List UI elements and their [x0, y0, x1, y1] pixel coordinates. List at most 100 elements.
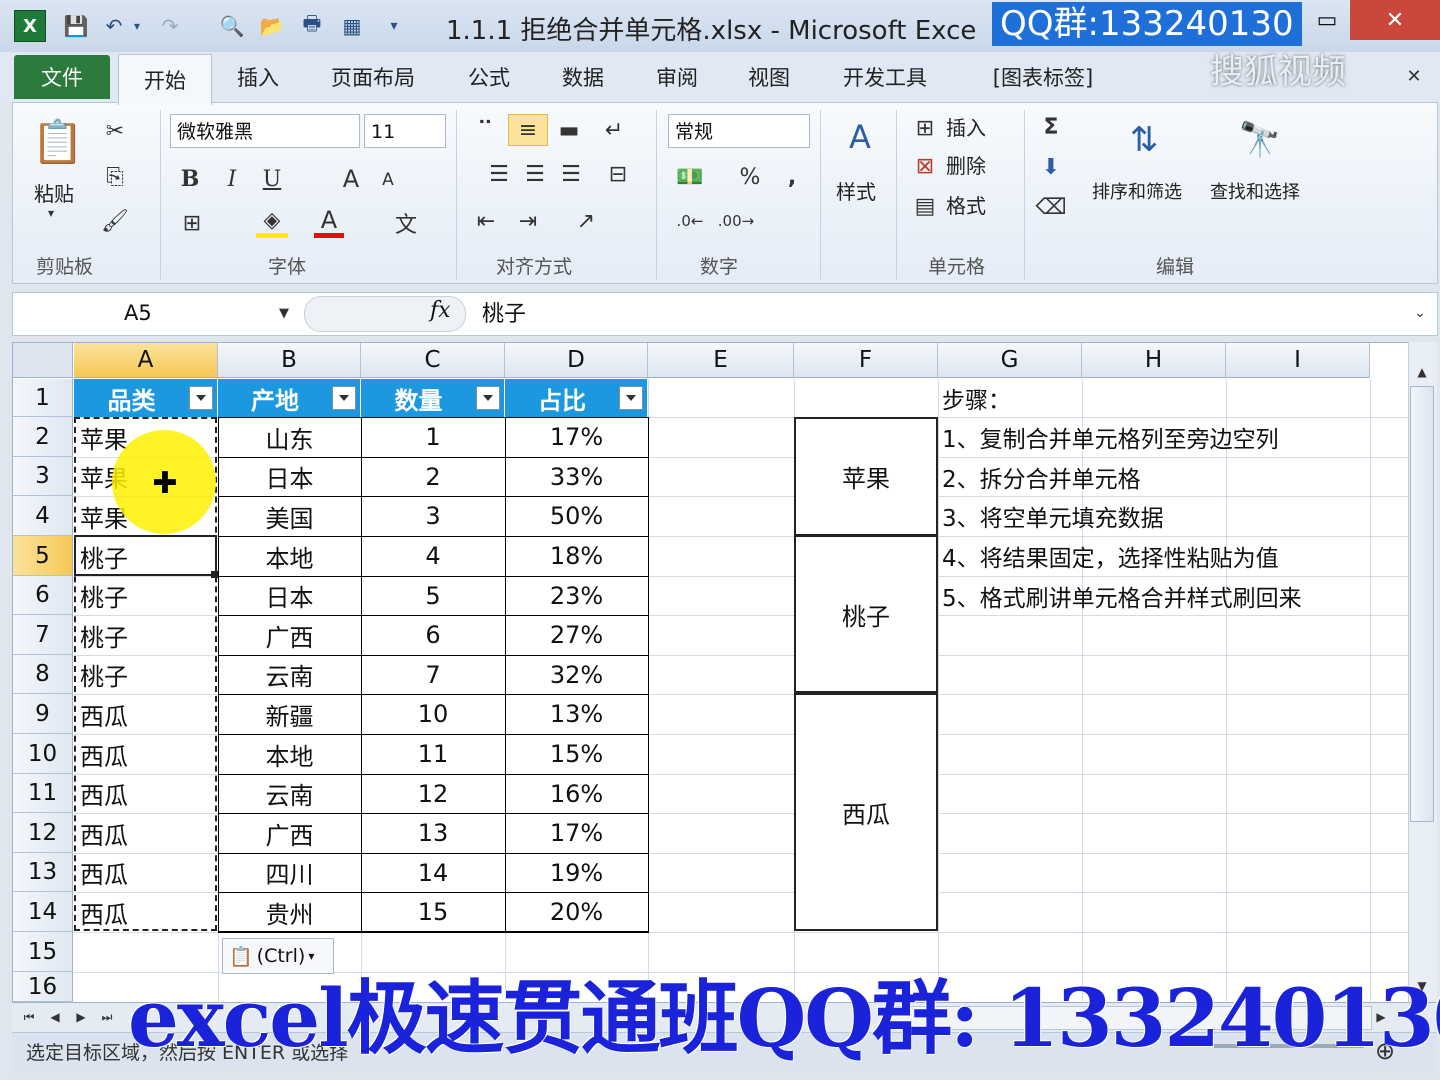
row-header-13[interactable]: 13	[13, 853, 73, 892]
tab-view[interactable]: 视图	[734, 60, 804, 94]
cell-c11[interactable]: 12	[361, 774, 505, 813]
tab-formulas[interactable]: 公式	[454, 60, 524, 94]
styles-icon[interactable]: A	[834, 112, 886, 162]
cell-d10[interactable]: 15%	[505, 734, 648, 774]
cell-b9[interactable]: 新疆	[218, 694, 361, 734]
tab-insert[interactable]: 插入	[222, 60, 294, 94]
cell-b6[interactable]: 日本	[218, 576, 361, 615]
column-header-c[interactable]: C	[361, 343, 505, 378]
find-select-icon[interactable]: 🔭	[1232, 110, 1288, 170]
row-header-2[interactable]: 2	[13, 417, 73, 457]
formula-input[interactable]: 桃子	[482, 296, 526, 328]
align-left-icon[interactable]: ☰	[484, 160, 514, 188]
cell-c14[interactable]: 15	[361, 892, 505, 932]
cell-d2[interactable]: 17%	[505, 417, 648, 457]
expand-formula-bar-icon[interactable]: ⌄	[1410, 302, 1430, 324]
cell-d12[interactable]: 17%	[505, 813, 648, 853]
row-header-11[interactable]: 11	[13, 774, 73, 813]
font-name-combo[interactable]: 微软雅黑	[170, 114, 360, 148]
tab-developer[interactable]: 开发工具	[830, 60, 940, 94]
select-all-button[interactable]	[13, 343, 73, 378]
copy-icon[interactable]: ⎘	[100, 162, 130, 192]
row-header-6[interactable]: 6	[13, 576, 73, 615]
align-top-icon[interactable]: ⠉	[470, 116, 500, 144]
format-painter-icon[interactable]: 🖌	[100, 206, 130, 236]
sort-filter-button[interactable]: 排序和筛选	[1092, 178, 1182, 204]
number-format-combo[interactable]: 常规	[668, 114, 810, 148]
next-sheet-icon[interactable]: ▶	[72, 1006, 90, 1028]
decrease-indent-icon[interactable]: ⇤	[470, 206, 502, 236]
insert-cells-button[interactable]: 插入	[946, 112, 986, 141]
save-icon[interactable]: 💾	[62, 12, 90, 40]
align-center-icon[interactable]: ☰	[520, 160, 550, 188]
cell-d3[interactable]: 33%	[505, 457, 648, 496]
format-cells-icon[interactable]: ▤	[910, 192, 940, 220]
column-header-i[interactable]: I	[1226, 343, 1370, 378]
align-bottom-icon[interactable]: ▬	[554, 116, 584, 144]
percent-button[interactable]: %	[736, 162, 764, 192]
first-sheet-icon[interactable]: ⏮	[20, 1006, 38, 1028]
cell-d14[interactable]: 20%	[505, 892, 648, 932]
cell-d8[interactable]: 32%	[505, 655, 648, 694]
table-header-d1[interactable]: 占比	[505, 379, 648, 417]
row-header-14[interactable]: 14	[13, 892, 73, 932]
filter-dropdown-icon[interactable]	[189, 386, 213, 410]
column-header-b[interactable]: B	[218, 343, 361, 378]
tab-review[interactable]: 审阅	[642, 60, 712, 94]
excel-app-icon[interactable]: X	[14, 10, 46, 42]
row-header-4[interactable]: 4	[13, 496, 73, 536]
cell-d13[interactable]: 19%	[505, 853, 648, 892]
decrease-decimal-icon[interactable]: .00→	[718, 206, 754, 236]
scroll-up-icon[interactable]: ▲	[1410, 362, 1434, 382]
comma-button[interactable]: ,	[780, 162, 804, 192]
cell-c3[interactable]: 2	[361, 457, 505, 496]
cell-b11[interactable]: 云南	[218, 774, 361, 813]
active-cell-a5[interactable]	[74, 535, 217, 576]
cell-b12[interactable]: 广西	[218, 813, 361, 853]
tab-chart-labels[interactable]: [图表标签]	[976, 60, 1110, 94]
tab-file[interactable]: 文件	[14, 55, 110, 99]
styles-button[interactable]: 样式	[836, 176, 876, 205]
open-icon[interactable]: 📂	[258, 12, 286, 40]
align-right-icon[interactable]: ☰	[556, 160, 586, 188]
insert-function-button[interactable]: fx	[430, 298, 451, 323]
table-header-b1[interactable]: 产地	[218, 379, 361, 417]
step-text-g4[interactable]: 3、将空单元填充数据	[942, 496, 1164, 536]
undo-icon[interactable]: ↶	[100, 12, 128, 40]
wrap-text-icon[interactable]: ↵	[598, 116, 630, 144]
column-header-g[interactable]: G	[938, 343, 1082, 378]
delete-cells-icon[interactable]: ⊠	[910, 152, 940, 180]
underline-button[interactable]: U	[258, 164, 286, 194]
customize-toolbar-icon[interactable]: ▾	[380, 12, 408, 40]
cell-c12[interactable]: 13	[361, 813, 505, 853]
table-header-a1[interactable]: 品类	[74, 379, 218, 417]
cell-d7[interactable]: 27%	[505, 615, 648, 655]
merged-cell-f9[interactable]: 西瓜	[794, 693, 938, 931]
filter-dropdown-icon[interactable]	[619, 386, 643, 410]
cell-c10[interactable]: 11	[361, 734, 505, 774]
step-text-g2[interactable]: 1、复制合并单元格列至旁边空列	[942, 417, 1279, 457]
minimize-button[interactable]: ▭	[1304, 0, 1350, 40]
format-cells-button[interactable]: 格式	[946, 190, 986, 219]
tab-page-layout[interactable]: 页面布局	[318, 60, 428, 94]
fill-color-icon[interactable]: ◈	[256, 208, 288, 238]
row-header-16[interactable]: 16	[13, 972, 73, 1002]
orientation-icon[interactable]: ↗	[566, 206, 606, 236]
step-text-g6[interactable]: 5、格式刷讲单元格合并样式刷回来	[942, 576, 1302, 615]
cell-c8[interactable]: 7	[361, 655, 505, 694]
cut-icon[interactable]: ✂	[100, 116, 130, 146]
cell-b14[interactable]: 贵州	[218, 892, 361, 932]
step-text-g5[interactable]: 4、将结果固定，选择性粘贴为值	[942, 536, 1279, 576]
increase-indent-icon[interactable]: ⇥	[512, 206, 544, 236]
cell-c7[interactable]: 6	[361, 615, 505, 655]
cell-b2[interactable]: 山东	[218, 417, 361, 457]
table-header-c1[interactable]: 数量	[361, 379, 505, 417]
tab-data[interactable]: 数据	[548, 60, 618, 94]
cell-b10[interactable]: 本地	[218, 734, 361, 774]
row-header-9[interactable]: 9	[13, 694, 73, 734]
increase-decimal-icon[interactable]: .0←	[672, 206, 708, 236]
prev-sheet-icon[interactable]: ◀	[46, 1006, 64, 1028]
merged-cell-f2[interactable]: 苹果	[794, 417, 938, 536]
cell-c4[interactable]: 3	[361, 496, 505, 536]
merge-center-icon[interactable]: ⊟	[598, 160, 638, 188]
